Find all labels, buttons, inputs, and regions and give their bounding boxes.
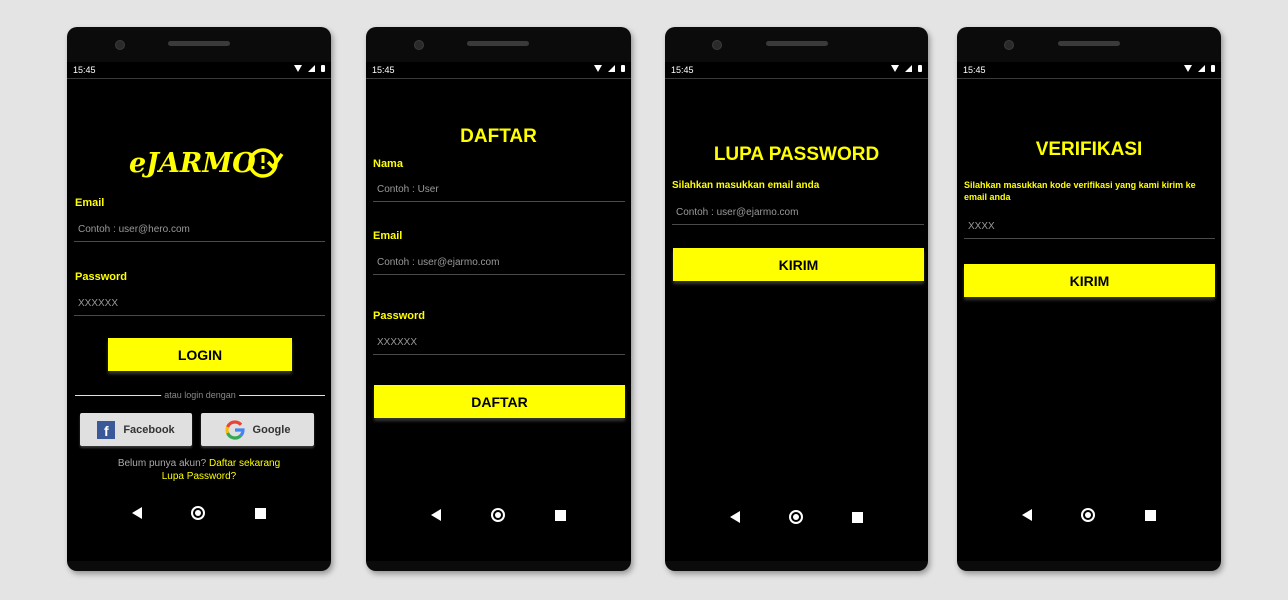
front-camera [414,40,424,50]
speaker-grille [168,41,230,46]
forgot-password-link[interactable]: Lupa Password? [67,471,331,482]
screen-login: 15:45 eJARMO Email Contoh : user@hero.co… [67,62,331,561]
divider: atau login dengan [75,390,325,400]
battery-icon [918,65,922,72]
battery-icon [321,65,325,72]
email-field[interactable]: Contoh : user@hero.com [74,224,325,242]
battery-icon [621,65,625,72]
password-label: Password [373,310,425,322]
phone-register: 15:45 DAFTAR Nama Contoh : User Email Co… [366,27,631,571]
page-title: LUPA PASSWORD [713,144,880,165]
page-title: DAFTAR [460,126,537,147]
register-link[interactable]: Daftar sekarang [209,458,280,469]
back-icon[interactable] [131,507,142,519]
status-time: 15:45 [671,65,694,75]
home-icon[interactable] [191,506,206,520]
status-bar: 15:45 [665,62,928,79]
password-field[interactable]: XXXXXX [74,298,325,316]
phone-forgot-password: 15:45 LUPA PASSWORD Silahkan masukkan em… [665,27,928,571]
facebook-login-button[interactable]: f Facebook [80,413,192,446]
recent-apps-icon[interactable] [555,509,566,521]
navigation-bar [366,505,631,525]
instruction-text: Silahkan masukkan email anda [672,180,820,191]
signal-icon [1198,65,1205,72]
register-button[interactable]: DAFTAR [374,385,625,418]
email-label: Email [75,197,105,209]
wifi-icon [891,65,899,72]
recent-apps-icon[interactable] [255,507,267,519]
wifi-icon [1184,65,1192,72]
speaker-grille [766,41,828,46]
status-bar: 15:45 [366,62,631,79]
recent-apps-icon[interactable] [852,511,864,523]
verification-code-field[interactable]: XXXX [964,221,1215,239]
email-field[interactable]: Contoh : user@ejarmo.com [672,207,924,225]
status-time: 15:45 [963,65,986,75]
logo-text: eJARMO [129,147,256,179]
wifi-icon [594,65,602,72]
recent-apps-icon[interactable] [1145,509,1157,521]
front-camera [1004,40,1014,50]
phone-login: 15:45 eJARMO Email Contoh : user@hero.co… [67,27,331,571]
home-icon[interactable] [491,508,505,522]
screen-verification: 15:45 VERIFIKASI Silahkan masukkan kode … [957,62,1221,561]
divider-text: atau login dengan [161,390,239,400]
back-icon[interactable] [431,509,441,521]
front-camera [712,40,722,50]
back-icon[interactable] [1021,509,1032,521]
screen-forgot-password: 15:45 LUPA PASSWORD Silahkan masukkan em… [665,62,928,561]
status-bar: 15:45 [67,62,331,79]
signal-icon [308,65,315,72]
status-bar: 15:45 [957,62,1221,79]
google-label: Google [252,423,291,436]
status-time: 15:45 [73,65,96,75]
front-camera [115,40,125,50]
google-login-button[interactable]: Google [201,413,314,446]
navigation-bar [665,507,928,527]
facebook-label: Facebook [123,423,175,436]
screen-register: 15:45 DAFTAR Nama Contoh : User Email Co… [366,62,631,561]
app-logo: eJARMO [129,146,284,180]
page-title: VERIFIKASI [1035,139,1143,160]
battery-icon [1211,65,1215,72]
register-prompt-text: Belum punya akun? [117,458,207,469]
password-label: Password [75,271,127,283]
speaker-grille [1058,41,1120,46]
send-button[interactable]: KIRIM [964,264,1215,297]
navigation-bar [957,505,1221,525]
wifi-icon [294,65,302,72]
email-label: Email [373,230,403,242]
speaker-grille [467,41,529,46]
navigation-bar [67,503,331,523]
clock-check-icon [248,148,284,178]
name-field[interactable]: Contoh : User [373,184,625,202]
instruction-text: Silahkan masukkan kode verifikasi yang k… [964,180,1196,202]
password-field[interactable]: XXXXXX [373,337,625,355]
status-time: 15:45 [372,65,395,75]
back-icon[interactable] [729,511,740,523]
email-field[interactable]: Contoh : user@ejarmo.com [373,257,625,275]
signal-icon [905,65,912,72]
login-button[interactable]: LOGIN [108,338,292,371]
name-label: Nama [373,158,403,170]
phone-verification: 15:45 VERIFIKASI Silahkan masukkan kode … [957,27,1221,571]
register-prompt: Belum punya akun? Daftar sekarang [67,458,331,469]
google-icon [224,419,245,440]
facebook-icon: f [97,420,116,439]
home-icon[interactable] [1081,508,1096,522]
send-button[interactable]: KIRIM [673,248,924,281]
home-icon[interactable] [788,510,803,524]
signal-icon [608,65,615,72]
